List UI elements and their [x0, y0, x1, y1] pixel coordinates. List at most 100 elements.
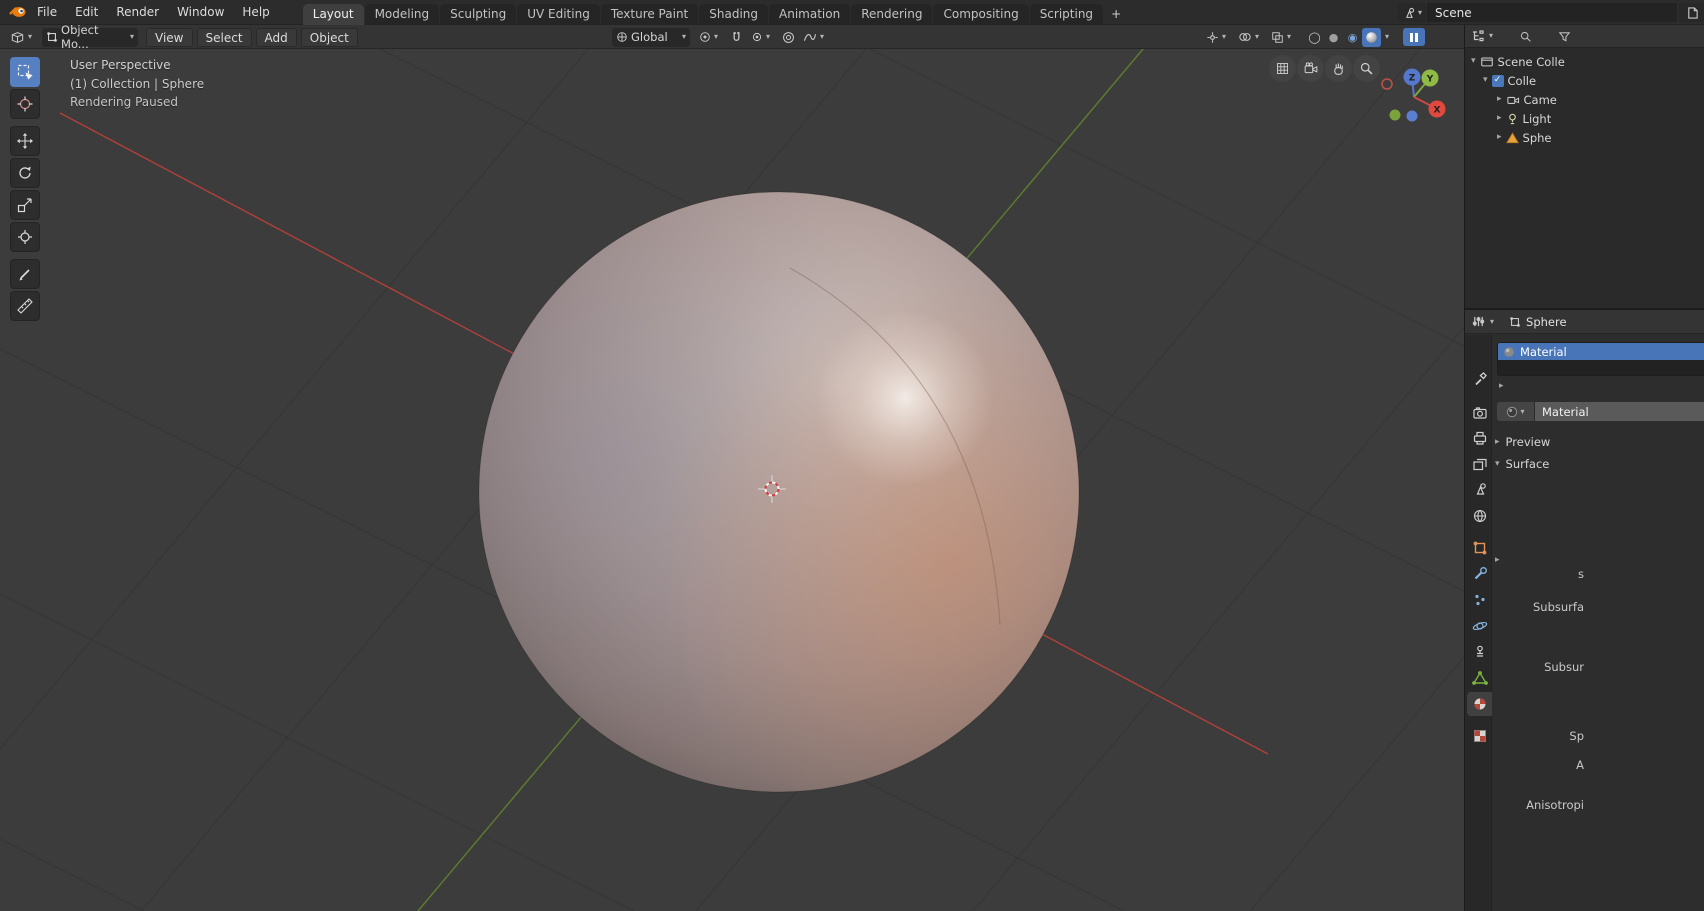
- properties-editor-icon[interactable]: [1472, 315, 1485, 328]
- expand-arrow-icon[interactable]: ▸: [1497, 133, 1502, 142]
- material-slot-item[interactable]: Material: [1498, 343, 1704, 360]
- pivot-dropdown[interactable]: ▾: [695, 28, 722, 47]
- orientation-dropdown[interactable]: Global ▾: [612, 28, 690, 47]
- chevron-down-icon: ▾: [766, 33, 770, 41]
- props-tab-constraints[interactable]: [1467, 640, 1492, 664]
- select-menu[interactable]: Select: [197, 28, 252, 47]
- viewport-toolbar: [10, 57, 42, 323]
- shading-wireframe-button[interactable]: ◯: [1305, 28, 1324, 47]
- menu-edit[interactable]: Edit: [66, 0, 107, 24]
- outliner-editor-icon[interactable]: [1471, 29, 1485, 43]
- menu-file[interactable]: File: [28, 0, 66, 24]
- sphere-object[interactable]: [479, 192, 1079, 792]
- expand-arrow-icon[interactable]: ▾: [1483, 76, 1488, 85]
- viewport-canvas[interactable]: [0, 49, 1464, 911]
- props-tab-modifiers[interactable]: [1467, 562, 1492, 586]
- props-tab-world[interactable]: [1467, 504, 1492, 528]
- tool-annotate-button[interactable]: [10, 259, 40, 289]
- expand-arrow-icon[interactable]: ▸: [1497, 95, 1502, 104]
- collection-icon: [1480, 55, 1494, 68]
- proportional-editing-toggle[interactable]: [778, 28, 799, 47]
- slot-list-grip-icon[interactable]: ▸: [1499, 382, 1504, 391]
- props-tab-render[interactable]: [1467, 401, 1492, 425]
- outliner-item-scene-collection[interactable]: ▾ Scene Colle: [1471, 52, 1565, 71]
- add-menu[interactable]: Add: [256, 28, 297, 47]
- menu-render[interactable]: Render: [107, 0, 168, 24]
- snap-toggle[interactable]: [726, 28, 747, 47]
- props-tab-texture[interactable]: [1467, 724, 1492, 748]
- add-workspace-button[interactable]: +: [1104, 4, 1128, 25]
- props-tab-material[interactable]: [1467, 692, 1492, 716]
- show-gizmo-dropdown[interactable]: ▾: [1202, 28, 1230, 47]
- orthographic-grid-button[interactable]: [1269, 55, 1296, 82]
- tab-sculpting[interactable]: Sculpting: [440, 4, 516, 25]
- breadcrumb-object-icon: [1509, 316, 1521, 328]
- gizmo-neg-z-ball: [1407, 111, 1418, 122]
- outliner-filter-icon[interactable]: [1558, 30, 1571, 43]
- pan-view-button[interactable]: [1325, 55, 1352, 82]
- editor-type-button[interactable]: ▾: [6, 28, 36, 47]
- tab-modeling[interactable]: Modeling: [365, 4, 440, 25]
- object-menu[interactable]: Object: [301, 28, 358, 47]
- view-menu[interactable]: View: [146, 28, 192, 47]
- menu-window[interactable]: Window: [168, 0, 233, 24]
- browse-material-button[interactable]: ▾: [1497, 402, 1534, 421]
- new-scene-button[interactable]: [1679, 3, 1704, 22]
- blender-logo-icon[interactable]: [8, 4, 28, 20]
- scene-browse-button[interactable]: ▾: [1398, 3, 1426, 22]
- xray-toggle[interactable]: ▾: [1267, 28, 1295, 47]
- outliner-item-sphere[interactable]: ▸ Sphe: [1497, 128, 1552, 147]
- props-tab-object-data[interactable]: [1467, 666, 1492, 690]
- shading-options-dropdown[interactable]: ▾: [1385, 33, 1389, 41]
- props-tab-physics[interactable]: [1467, 614, 1492, 638]
- subpanel-arrow-icon[interactable]: ▸: [1495, 556, 1500, 565]
- surface-panel-header[interactable]: ▾ Surface: [1495, 457, 1549, 471]
- mode-dropdown[interactable]: Object Mo... ▾: [42, 28, 138, 47]
- tab-compositing[interactable]: Compositing: [933, 4, 1028, 25]
- material-slot-list[interactable]: Material: [1497, 342, 1704, 376]
- viewport-3d[interactable]: User Perspective (1) Collection | Sphere…: [0, 49, 1464, 911]
- expand-arrow-icon[interactable]: ▾: [1471, 57, 1476, 66]
- tool-scale-button[interactable]: [10, 190, 40, 220]
- render-pause-button[interactable]: [1403, 28, 1425, 46]
- tool-select-box-button[interactable]: [10, 57, 40, 87]
- expanded-arrow-icon: ▾: [1495, 460, 1500, 469]
- tab-layout[interactable]: Layout: [303, 4, 364, 25]
- props-tab-scene[interactable]: [1467, 477, 1492, 501]
- tool-cursor-button[interactable]: [10, 89, 40, 119]
- outliner-item-collection[interactable]: ▾ ✓ Colle: [1483, 71, 1536, 90]
- tab-uv-editing[interactable]: UV Editing: [517, 4, 600, 25]
- tab-shading[interactable]: Shading: [699, 4, 768, 25]
- props-tab-object[interactable]: [1467, 536, 1492, 560]
- expand-arrow-icon[interactable]: ▸: [1497, 114, 1502, 123]
- gizmo-neg-y-ball: [1390, 110, 1401, 121]
- material-name-field[interactable]: Material: [1535, 402, 1704, 421]
- preview-panel-header[interactable]: ▸ Preview: [1495, 435, 1550, 449]
- outliner-item-camera[interactable]: ▸ Came: [1497, 90, 1557, 109]
- props-tab-tool[interactable]: [1467, 367, 1492, 391]
- tab-rendering[interactable]: Rendering: [851, 4, 932, 25]
- shading-solid-button[interactable]: ●: [1324, 28, 1343, 47]
- falloff-dropdown[interactable]: ▾: [799, 28, 828, 47]
- show-overlays-dropdown[interactable]: ▾: [1234, 28, 1263, 47]
- menu-help[interactable]: Help: [233, 0, 278, 24]
- snap-settings-dropdown[interactable]: ▾: [747, 28, 774, 47]
- camera-view-button[interactable]: [1297, 55, 1324, 82]
- shading-material-button[interactable]: ◉: [1343, 28, 1362, 47]
- tab-texture-paint[interactable]: Texture Paint: [601, 4, 698, 25]
- props-tab-view-layer[interactable]: [1467, 452, 1492, 476]
- outliner-item-light[interactable]: ▸ Light: [1497, 109, 1551, 128]
- shading-rendered-button[interactable]: [1362, 28, 1381, 47]
- tool-transform-button[interactable]: [10, 222, 40, 252]
- tab-scripting[interactable]: Scripting: [1030, 4, 1103, 25]
- collection-checkbox[interactable]: ✓: [1492, 75, 1504, 87]
- tool-rotate-button[interactable]: [10, 158, 40, 188]
- props-tab-output[interactable]: [1467, 426, 1492, 450]
- tool-measure-button[interactable]: [10, 291, 40, 321]
- scene-name-field[interactable]: Scene: [1427, 3, 1677, 22]
- axis-gizmo[interactable]: Z Y X: [1374, 61, 1454, 141]
- tool-move-button[interactable]: [10, 126, 40, 156]
- tab-animation[interactable]: Animation: [769, 4, 850, 25]
- outliner-search-icon[interactable]: [1519, 30, 1532, 43]
- props-tab-particles[interactable]: [1467, 588, 1492, 612]
